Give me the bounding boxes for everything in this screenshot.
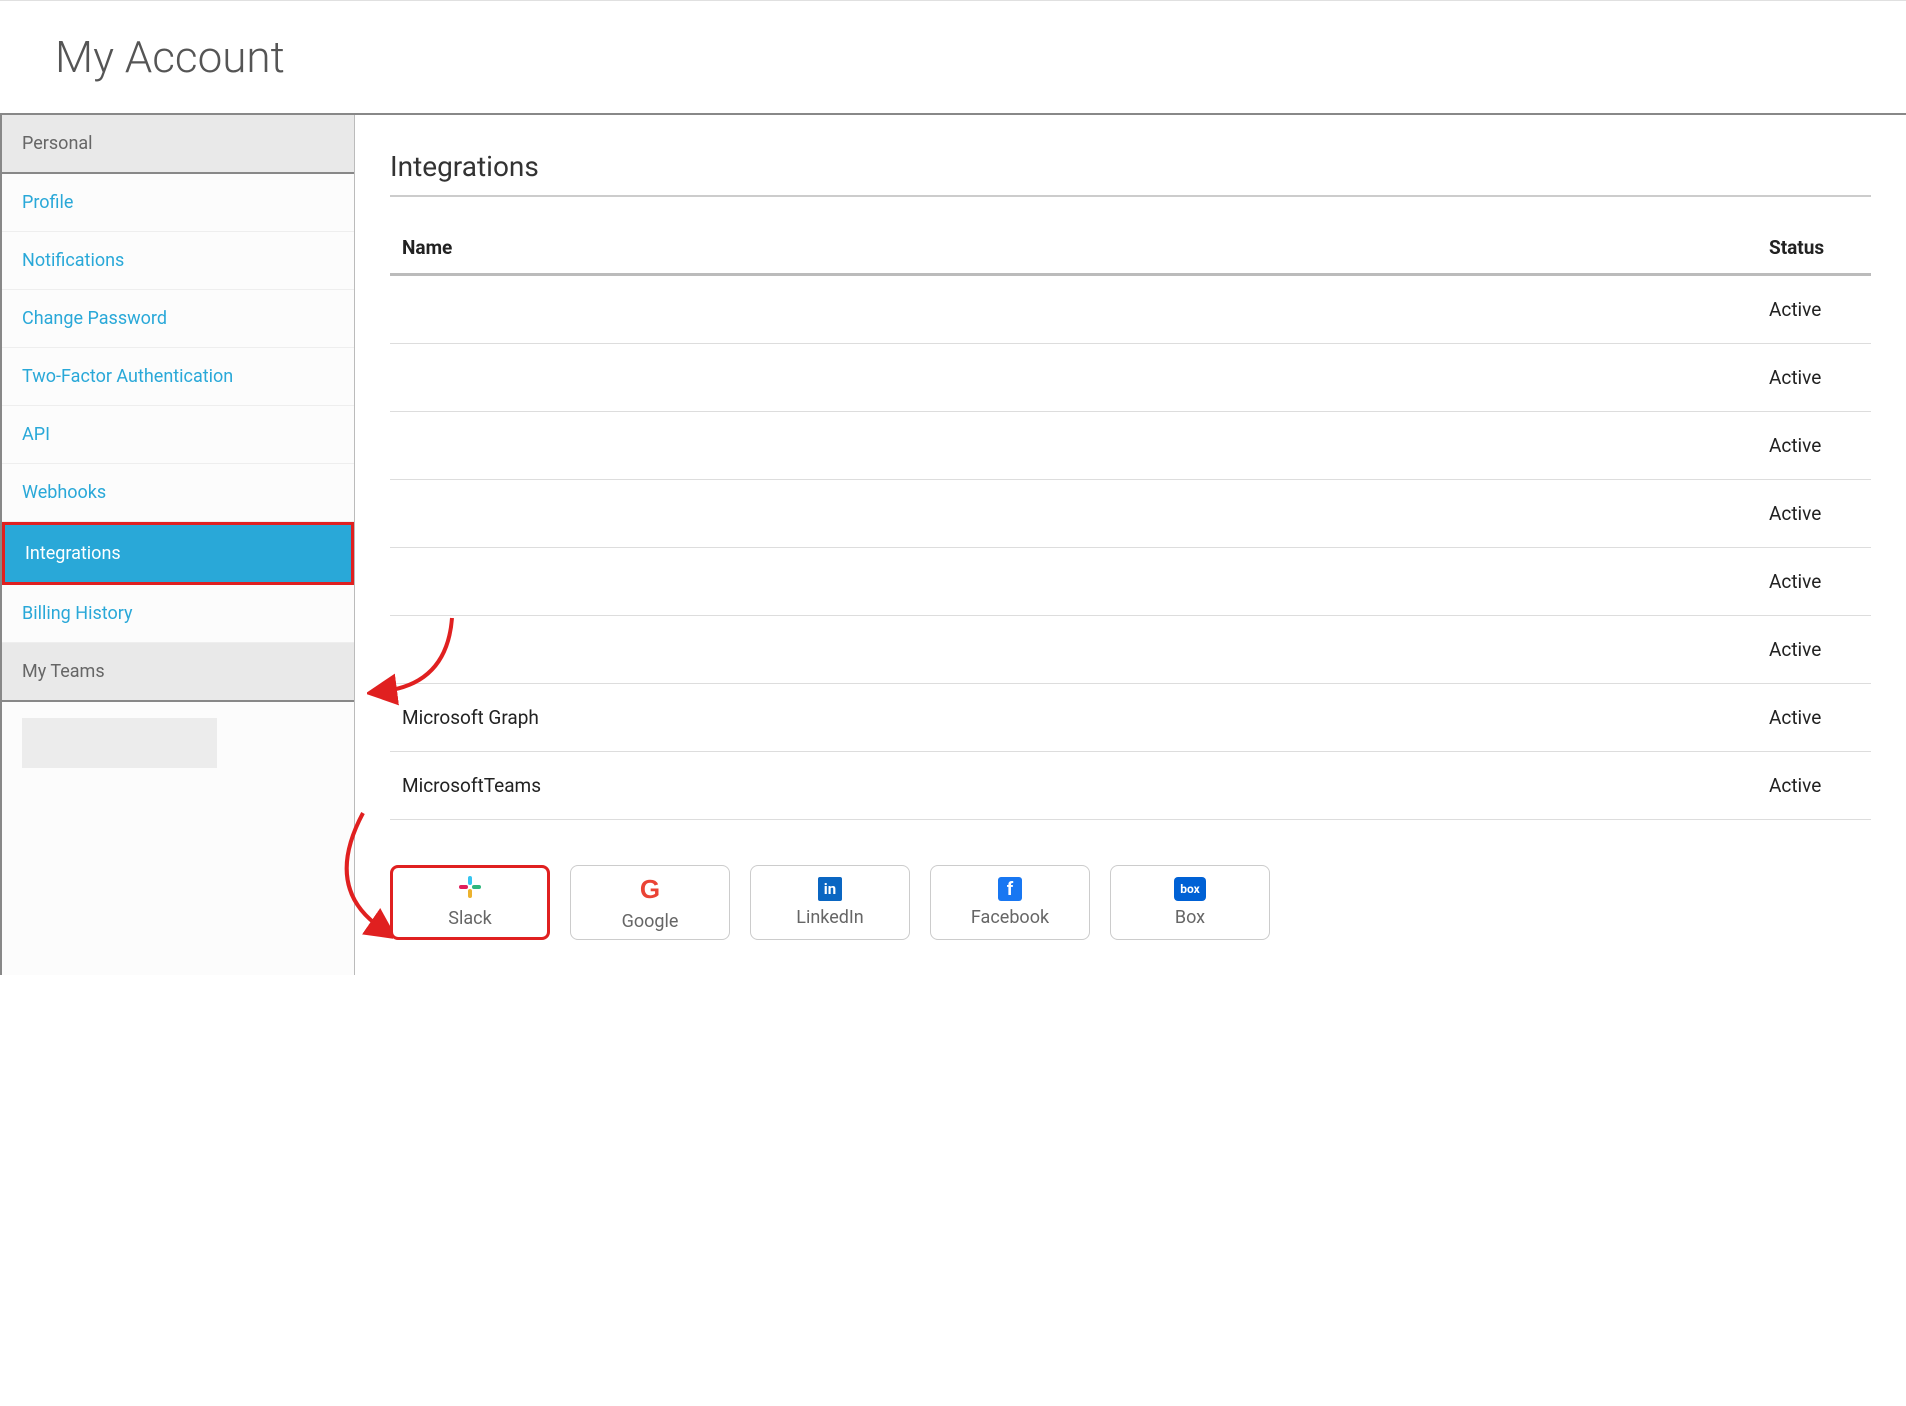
table-row[interactable]: Microsoft Graph Active xyxy=(390,684,1871,752)
facebook-icon: f xyxy=(998,877,1022,901)
cell-name xyxy=(402,570,1769,593)
box-icon: box xyxy=(1174,877,1206,901)
cell-status: Active xyxy=(1769,502,1859,525)
sidebar-item-label: Integrations xyxy=(25,543,121,564)
cell-name xyxy=(402,298,1769,321)
sidebar-section-personal: Personal xyxy=(2,115,354,174)
table-row[interactable]: MicrosoftTeams Active xyxy=(390,752,1871,820)
table-row[interactable]: Active xyxy=(390,548,1871,616)
column-header-name: Name xyxy=(402,236,1769,259)
cell-status: Active xyxy=(1769,434,1859,457)
sidebar-item-webhooks[interactable]: Webhooks xyxy=(2,464,354,522)
cell-name xyxy=(402,434,1769,457)
page: My Account Personal Profile Notification… xyxy=(0,0,1906,975)
provider-label: Google xyxy=(622,911,679,932)
table-header-row: Name Status xyxy=(390,222,1871,276)
provider-tile-google[interactable]: G Google xyxy=(570,865,730,940)
main-title: Integrations xyxy=(390,150,1871,197)
cell-name: Microsoft Graph xyxy=(402,706,1769,729)
provider-tile-linkedin[interactable]: in LinkedIn xyxy=(750,865,910,940)
cell-status: Active xyxy=(1769,366,1859,389)
table-row[interactable]: Active xyxy=(390,480,1871,548)
provider-tile-box[interactable]: box Box xyxy=(1110,865,1270,940)
table-row[interactable]: Active xyxy=(390,616,1871,684)
cell-name xyxy=(402,366,1769,389)
google-icon: G xyxy=(640,874,660,905)
sidebar-item-notifications[interactable]: Notifications xyxy=(2,232,354,290)
cell-name xyxy=(402,502,1769,525)
provider-tile-slack[interactable]: Slack xyxy=(390,865,550,940)
sidebar-item-change-password[interactable]: Change Password xyxy=(2,290,354,348)
table-row[interactable]: Active xyxy=(390,412,1871,480)
integrations-table: Name Status Active Active Active xyxy=(390,222,1871,820)
slack-icon xyxy=(459,876,481,902)
page-title: My Account xyxy=(55,31,1906,83)
cell-status: Active xyxy=(1769,570,1859,593)
linkedin-icon: in xyxy=(818,877,842,901)
cell-status: Active xyxy=(1769,706,1859,729)
provider-label: Box xyxy=(1175,907,1205,928)
cell-status: Active xyxy=(1769,774,1859,797)
cell-name xyxy=(402,638,1769,661)
cell-status: Active xyxy=(1769,638,1859,661)
provider-label: Facebook xyxy=(971,907,1049,928)
sidebar-item-profile[interactable]: Profile xyxy=(2,174,354,232)
cell-status: Active xyxy=(1769,298,1859,321)
provider-label: LinkedIn xyxy=(796,907,864,928)
table-row[interactable]: Active xyxy=(390,344,1871,412)
sidebar-item-integrations[interactable]: Integrations xyxy=(2,522,354,585)
layout: Personal Profile Notifications Change Pa… xyxy=(0,115,1906,975)
column-header-status: Status xyxy=(1769,236,1859,259)
provider-tiles: Slack G Google in LinkedIn f Facebook bo… xyxy=(390,865,1871,940)
provider-label: Slack xyxy=(448,908,491,929)
main-content: Integrations Name Status Active Active A… xyxy=(355,115,1906,975)
cell-name: MicrosoftTeams xyxy=(402,774,1769,797)
sidebar: Personal Profile Notifications Change Pa… xyxy=(0,115,355,975)
sidebar-item-two-factor[interactable]: Two-Factor Authentication xyxy=(2,348,354,406)
provider-tile-facebook[interactable]: f Facebook xyxy=(930,865,1090,940)
sidebar-section-my-teams: My Teams xyxy=(2,643,354,702)
table-row[interactable]: Active xyxy=(390,276,1871,344)
page-header: My Account xyxy=(0,1,1906,115)
team-item-placeholder[interactable] xyxy=(22,718,217,768)
sidebar-item-api[interactable]: API xyxy=(2,406,354,464)
sidebar-item-billing-history[interactable]: Billing History xyxy=(2,585,354,643)
